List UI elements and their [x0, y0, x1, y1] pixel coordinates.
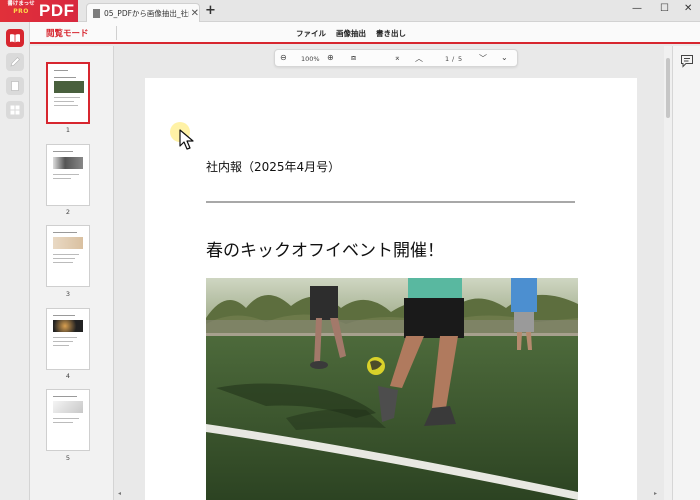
article-photo — [206, 278, 578, 500]
scrollbar-thumb[interactable] — [666, 58, 670, 118]
organize-mode-button[interactable] — [6, 101, 24, 119]
tab-title: 05_PDFから画像抽出_社内 — [104, 8, 189, 18]
header-rule — [206, 201, 575, 203]
logo-caption-line1: 書けまっせ — [7, 1, 35, 7]
close-window-button[interactable]: ✕ — [684, 3, 692, 14]
view-toolbar: ⊖ 100% ⊕ ⧈ ⌅ ︿ 1 / 5 ﹀ ⌄ — [274, 49, 518, 67]
document-icon — [93, 8, 100, 18]
page-mode-button[interactable] — [6, 77, 24, 95]
fit-page-icon[interactable]: ⧈ — [351, 53, 356, 63]
edit-mode-button[interactable] — [6, 53, 24, 71]
thumbnail-page-3[interactable] — [46, 225, 90, 287]
zoom-level[interactable]: 100% — [301, 55, 320, 63]
previous-page-icon[interactable]: ︿ — [415, 53, 423, 64]
app-logo: 書けまっせ PRO PDF — [0, 0, 78, 22]
thumbnail-number: 1 — [65, 126, 71, 134]
vertical-scrollbar[interactable] — [664, 46, 672, 500]
soccer-photo-image — [206, 278, 578, 500]
grid-icon — [10, 105, 20, 115]
first-page-icon[interactable]: ⌅ — [394, 53, 401, 62]
thumbnail-number: 2 — [65, 208, 71, 216]
right-side-panel — [672, 46, 700, 500]
thumbnail-number: 5 — [65, 454, 71, 462]
menu-bar: 閲覧モード ファイル 画像抽出 書き出し — [30, 22, 700, 44]
comment-icon[interactable] — [680, 54, 694, 68]
logo-pdf-text: PDF — [39, 1, 75, 20]
menu-divider — [116, 26, 117, 40]
logo-caption: 書けまっせ PRO — [5, 1, 37, 15]
page-icon — [11, 81, 19, 91]
zoom-in-icon[interactable]: ⊕ — [327, 53, 334, 62]
document-page: 社内報（2025年4月号） 春のキックオフイベント開催！ — [145, 78, 637, 500]
view-mode-button[interactable] — [6, 29, 24, 47]
total-pages: 5 — [458, 55, 463, 63]
document-viewer: ⊖ 100% ⊕ ⧈ ⌅ ︿ 1 / 5 ﹀ ⌄ 社内報（2025年4月号） 春… — [114, 46, 664, 500]
pencil-icon — [10, 57, 20, 67]
next-page-icon[interactable]: ﹀ — [479, 53, 487, 64]
current-page-number[interactable]: 1 — [445, 55, 449, 63]
tool-rail — [0, 22, 30, 500]
menu-extract-images[interactable]: 画像抽出 — [336, 28, 366, 39]
page-separator: / — [452, 55, 455, 63]
thumbnail-page-4[interactable] — [46, 308, 90, 370]
thumbnail-panel: 1 2 3 4 5 — [30, 46, 114, 500]
zoom-out-icon[interactable]: ⊖ — [280, 53, 287, 62]
newsletter-header: 社内報（2025年4月号） — [206, 160, 341, 174]
mouse-cursor-icon — [179, 129, 194, 150]
new-tab-button[interactable]: + — [205, 3, 216, 18]
scroll-right-arrow[interactable]: ▸ — [654, 490, 657, 497]
article-title: 春のキックオフイベント開催！ — [206, 241, 444, 261]
thumbnail-page-1[interactable] — [46, 62, 90, 124]
logo-caption-pro: PRO — [13, 7, 29, 15]
book-icon — [10, 34, 20, 43]
menu-export[interactable]: 書き出し — [376, 28, 406, 39]
menu-file[interactable]: ファイル — [296, 28, 326, 39]
maximize-button[interactable]: ☐ — [660, 3, 669, 14]
scroll-left-arrow[interactable]: ◂ — [118, 490, 121, 497]
thumbnail-number: 3 — [65, 290, 71, 298]
tab-close-icon[interactable]: ✕ — [191, 8, 199, 19]
mode-label: 閲覧モード — [46, 29, 89, 39]
thumbnail-number: 4 — [65, 372, 71, 380]
thumbnail-page-2[interactable] — [46, 144, 90, 206]
thumbnail-page-5[interactable] — [46, 389, 90, 451]
title-bar: 書けまっせ PRO PDF 05_PDFから画像抽出_社内 ✕ + — ☐ ✕ — [0, 0, 700, 22]
last-page-icon[interactable]: ⌄ — [501, 53, 508, 62]
document-tab[interactable]: 05_PDFから画像抽出_社内 ✕ — [86, 3, 200, 22]
minimize-button[interactable]: — — [632, 3, 642, 14]
